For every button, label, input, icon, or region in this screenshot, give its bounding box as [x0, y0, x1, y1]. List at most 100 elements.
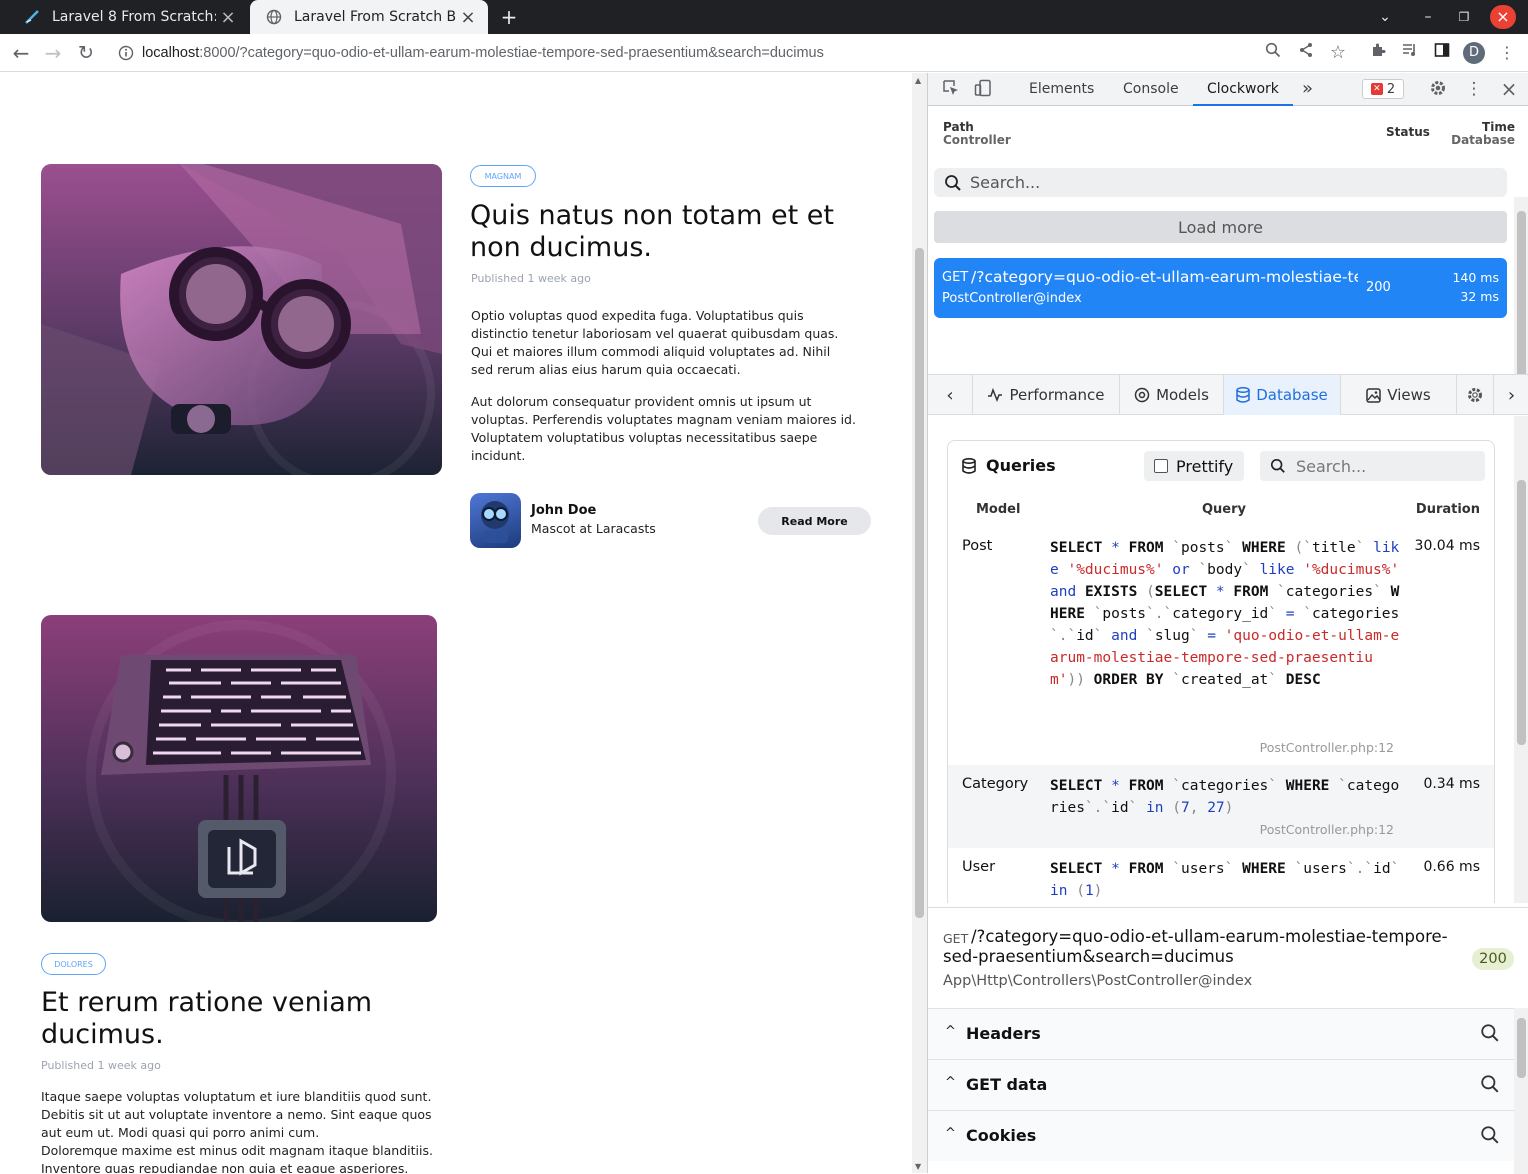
tab-console[interactable]: Console	[1123, 73, 1179, 106]
tab-models[interactable]: Models	[1120, 375, 1224, 415]
scroll-down-arrow-icon[interactable]: ▼	[915, 1162, 921, 1171]
page-scrollbar-thumb[interactable]	[915, 248, 924, 918]
section-label: GET data	[966, 1075, 1048, 1094]
chevron-up-icon: ^	[945, 1126, 956, 1141]
scrollbar-thumb[interactable]	[1517, 1018, 1526, 1078]
close-tab-icon[interactable]: ×	[216, 7, 240, 28]
scroll-tabs-right-icon[interactable]: ›	[1494, 375, 1528, 415]
minimize-icon[interactable]: –	[1413, 5, 1443, 29]
scroll-tabs-left-icon[interactable]: ‹	[928, 375, 973, 415]
site-info-icon[interactable]	[118, 45, 134, 61]
restore-icon[interactable]: ❐	[1449, 5, 1479, 29]
back-arrow-icon[interactable]: ←	[8, 40, 34, 66]
bookmark-star-icon[interactable]: ☆	[1327, 42, 1349, 64]
profile-avatar[interactable]: D	[1463, 42, 1485, 64]
search-icon[interactable]	[1480, 1125, 1500, 1145]
error-icon: ✕	[1370, 83, 1383, 95]
section-headers[interactable]: ^ Headers	[928, 1008, 1514, 1059]
load-more-button[interactable]: Load more	[934, 211, 1507, 243]
column-duration[interactable]: Duration	[1416, 502, 1480, 517]
query-location[interactable]: PostController.php:12	[1260, 740, 1394, 755]
excerpt-paragraph: Itaque saepe voluptas voluptatum et iure…	[41, 1089, 432, 1140]
tab-views[interactable]: Views	[1341, 375, 1457, 415]
request-status: 200	[1366, 280, 1391, 295]
section-get-data[interactable]: ^ GET data	[928, 1059, 1514, 1110]
more-tabs-icon[interactable]: »	[1302, 73, 1313, 106]
new-tab-button[interactable]: +	[494, 5, 524, 29]
tab-title: Laravel From Scratch Blog	[294, 9, 456, 25]
inspect-element-icon[interactable]	[940, 79, 962, 99]
browser-tab-blog[interactable]: Laravel From Scratch Blog ×	[250, 0, 488, 34]
query-row[interactable]: Category SELECT * FROM `categories` WHER…	[948, 765, 1494, 848]
tab-database[interactable]: Database	[1224, 375, 1341, 415]
device-toolbar-icon[interactable]	[972, 79, 994, 99]
read-more-button[interactable]: Read More	[758, 507, 871, 535]
query-model: Category	[962, 776, 1029, 792]
category-badge[interactable]: MAGNAM	[470, 165, 536, 187]
column-query[interactable]: Query	[1202, 502, 1246, 517]
tab-search-chevron-icon[interactable]: ⌄	[1370, 5, 1400, 29]
tab-performance[interactable]: Performance	[973, 375, 1120, 415]
close-devtools-icon[interactable]: ×	[1498, 79, 1520, 99]
prettify-checkbox[interactable]: Prettify	[1144, 451, 1244, 481]
zoom-search-icon[interactable]	[1262, 42, 1284, 64]
page-scrollbar[interactable]: ▲ ▼	[912, 73, 927, 1173]
query-sql: SELECT * FROM `categories` WHERE `catego…	[1050, 778, 1400, 816]
share-icon[interactable]	[1295, 42, 1317, 64]
search-icon[interactable]	[1480, 1023, 1500, 1043]
column-status[interactable]: Status	[1386, 126, 1430, 139]
tab-elements[interactable]: Elements	[1029, 73, 1094, 106]
query-location[interactable]: PostController.php:12	[1260, 822, 1394, 837]
category-badge[interactable]: DOLORES	[41, 953, 106, 975]
error-count: 2	[1386, 81, 1396, 97]
clockwork-settings-icon[interactable]	[1457, 375, 1494, 415]
database-panel-scrollbar[interactable]	[1514, 416, 1528, 903]
post-title[interactable]: Et rerum ratione veniam ducimus.	[41, 987, 441, 1051]
detail-scrollbar[interactable]	[1514, 1008, 1528, 1174]
browser-tab-laracasts[interactable]: Laravel 8 From Scratch: Fi ×	[8, 0, 248, 34]
scrollbar-thumb[interactable]	[1517, 211, 1526, 381]
request-db-time: 32 ms	[1460, 289, 1499, 304]
tab-clockwork[interactable]: Clockwork	[1193, 73, 1293, 106]
devtools-tab-bar: Elements Console Clockwork » ✕ 2 ⋮ ×	[928, 73, 1528, 106]
reload-icon[interactable]: ↻	[73, 40, 99, 66]
close-window-icon[interactable]: ×	[1490, 5, 1516, 29]
activity-icon	[988, 388, 1003, 402]
section-cookies[interactable]: ^ Cookies	[928, 1110, 1514, 1161]
request-row[interactable]: GET /?category=quo-odio-et-ullam-earum-m…	[934, 258, 1507, 318]
column-database[interactable]: Database	[1451, 134, 1515, 147]
checkbox-box[interactable]	[1154, 459, 1168, 473]
excerpt-paragraph: Doloremque maxime est minus odit magnam …	[41, 1143, 433, 1173]
address-bar[interactable]: localhost:8000/?category=quo-odio-et-ull…	[108, 38, 1358, 68]
settings-gear-icon[interactable]	[1427, 79, 1449, 99]
query-row[interactable]: Post SELECT * FROM `posts` WHERE (`title…	[948, 527, 1494, 765]
chevron-up-icon: ^	[945, 1075, 956, 1090]
author-role: Mascot at Laracasts	[531, 521, 656, 536]
column-model[interactable]: Model	[976, 502, 1020, 517]
close-tab-icon[interactable]: ×	[456, 7, 480, 28]
scroll-up-arrow-icon[interactable]: ▲	[915, 76, 921, 85]
requests-search-input[interactable]: Search...	[934, 168, 1507, 197]
forward-arrow-icon[interactable]: →	[40, 40, 66, 66]
search-icon	[944, 174, 962, 192]
media-queue-icon[interactable]	[1399, 42, 1421, 64]
browser-menu-icon[interactable]: ⋮	[1496, 42, 1518, 64]
devtools-menu-icon[interactable]: ⋮	[1463, 79, 1485, 99]
side-panel-icon[interactable]	[1431, 42, 1453, 64]
error-counter[interactable]: ✕ 2	[1362, 79, 1404, 99]
post-thumbnail[interactable]	[41, 164, 442, 475]
search-icon[interactable]	[1480, 1074, 1500, 1094]
post-thumbnail[interactable]	[41, 615, 437, 922]
scrollbar-thumb[interactable]	[1517, 480, 1526, 745]
request-path: /?category=quo-odio-et-ullam-earum-moles…	[971, 268, 1358, 286]
query-duration: 0.66 ms	[1423, 859, 1480, 875]
devtools-panel: Elements Console Clockwork » ✕ 2 ⋮ × Path…	[927, 73, 1528, 1174]
url-path: :8000/?category=quo-odio-et-ullam-earum-…	[199, 45, 824, 61]
queries-search-input[interactable]: Search...	[1260, 451, 1485, 481]
post-title[interactable]: Quis natus non totam et et non ducimus.	[470, 200, 890, 264]
extensions-puzzle-icon[interactable]	[1367, 42, 1389, 64]
request-detail: GET /?category=quo-odio-et-ullam-earum-m…	[928, 907, 1528, 1174]
query-sql: SELECT * FROM `posts` WHERE (`title` lik…	[1050, 540, 1400, 688]
column-controller[interactable]: Controller	[943, 134, 1011, 147]
query-row[interactable]: User SELECT * FROM `users` WHERE `users`…	[948, 848, 1494, 903]
